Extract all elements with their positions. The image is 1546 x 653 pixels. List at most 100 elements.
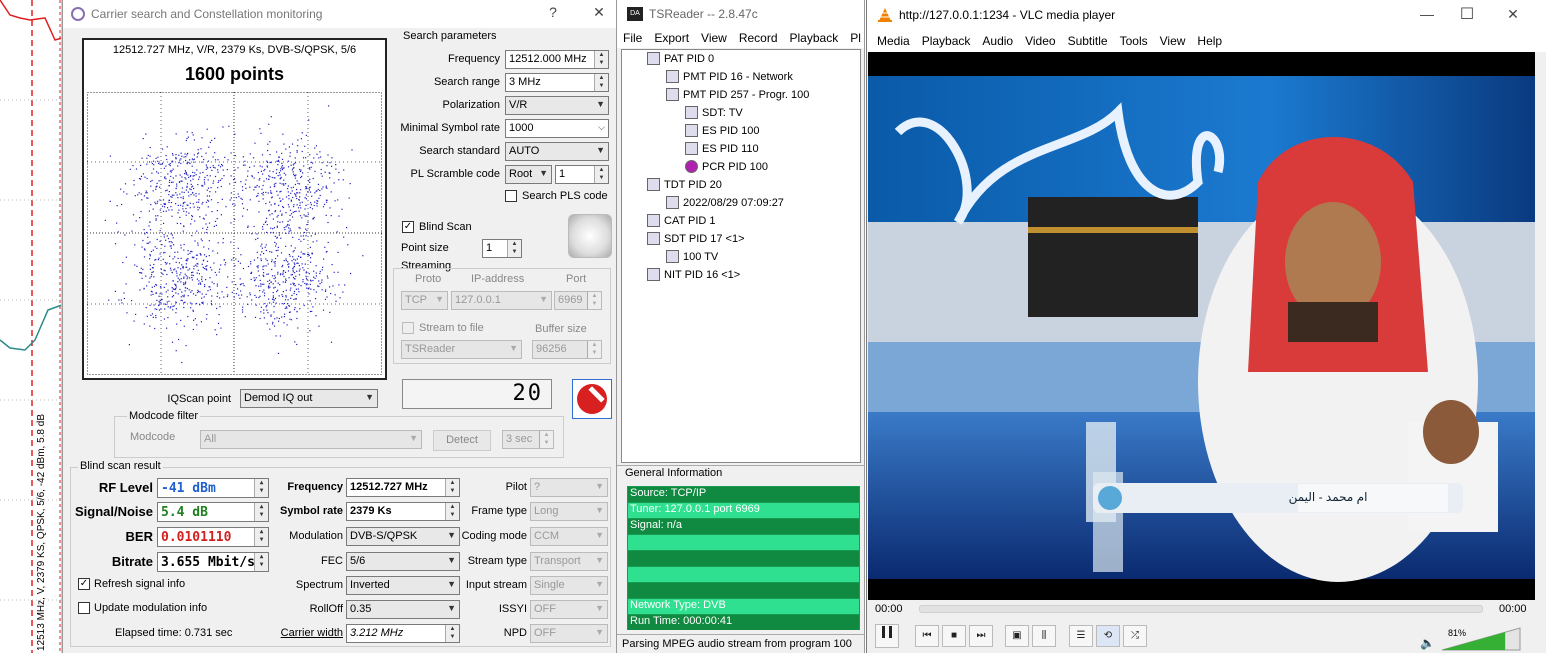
tree-item[interactable]: TDT PID 20 <box>647 178 722 191</box>
port-input[interactable]: 6969 ▲ ▼ <box>554 291 602 310</box>
shuffle-button[interactable]: ⤮ <box>1123 625 1147 647</box>
close-button[interactable]: ✕ <box>587 4 611 21</box>
proto-select[interactable]: TCP ▼ <box>401 291 448 310</box>
seek-bar[interactable] <box>919 605 1483 613</box>
constellation-point <box>181 187 184 189</box>
blind-scan-checkbox[interactable]: ✓ <box>402 221 414 233</box>
constellation-point <box>205 164 207 166</box>
tree-item[interactable]: NIT PID 16 <1> <box>647 268 740 281</box>
vlc-menu-tools[interactable]: Tools <box>1114 34 1154 48</box>
loop-button[interactable]: ⟲ <box>1096 625 1120 647</box>
constellation-point <box>195 294 197 296</box>
iqscan-select[interactable]: Demod IQ out ▼ <box>240 389 378 408</box>
vlc-menu-playback[interactable]: Playback <box>916 34 977 48</box>
tree-item[interactable]: CAT PID 1 <box>647 214 716 227</box>
minimize-button[interactable]: — <box>1415 6 1439 22</box>
tsreader-menu-file[interactable]: File <box>617 31 648 45</box>
search-range-input[interactable]: 3 MHz ▲ ▼ <box>505 73 609 92</box>
min-symbol-rate-select[interactable]: 1000 ⌵ <box>505 119 609 138</box>
constellation-point <box>128 344 130 346</box>
stop-playback-button[interactable]: ■ <box>942 625 966 647</box>
tree-item[interactable]: ES PID 100 <box>685 124 759 137</box>
tree-item[interactable]: SDT PID 17 <1> <box>647 232 745 245</box>
constellation-point <box>164 270 166 272</box>
vlc-menu-media[interactable]: Media <box>871 34 916 48</box>
video-frame[interactable]: ام محمد - اليمن <box>868 52 1535 600</box>
constellation-point <box>290 283 292 285</box>
refresh-checkbox[interactable]: ✓ <box>78 578 90 590</box>
fullscreen-button[interactable]: ▣ <box>1005 625 1029 647</box>
help-button[interactable]: ? <box>541 4 565 20</box>
constellation-point <box>164 251 166 254</box>
constellation-point <box>253 177 255 179</box>
constellation-point <box>258 186 260 188</box>
tree-item[interactable]: SDT: TV <box>685 106 743 119</box>
issyi-select[interactable]: OFF ▼ <box>530 600 608 619</box>
search-standard-select[interactable]: AUTO ▼ <box>505 142 609 161</box>
next-button[interactable]: ⏭ <box>969 625 993 647</box>
fec-select[interactable]: 5/6 ▼ <box>346 552 460 571</box>
extended-settings-button[interactable]: ⫼ <box>1032 625 1056 647</box>
stream-file-checkbox[interactable] <box>402 322 414 334</box>
carrier-width-label[interactable]: Carrier width <box>263 627 343 639</box>
polarization-select[interactable]: V/R ▼ <box>505 96 609 115</box>
tsreader-select[interactable]: TSReader ▼ <box>401 340 522 359</box>
maximize-button[interactable]: ☐ <box>1455 4 1479 24</box>
constellation-point <box>293 163 295 165</box>
buffer-size-input[interactable]: 96256 ▲ ▼ <box>532 340 602 359</box>
detect-button[interactable]: Detect <box>433 430 491 451</box>
tsreader-menu-pl[interactable]: Pl <box>844 31 867 45</box>
input-stream-select[interactable]: Single ▼ <box>530 576 608 595</box>
playlist-button[interactable]: ☰ <box>1069 625 1093 647</box>
tree-item[interactable]: ES PID 110 <box>685 142 759 155</box>
volume-slider[interactable] <box>1441 627 1521 651</box>
vlc-menu-subtitle[interactable]: Subtitle <box>1062 34 1114 48</box>
vlc-close-button[interactable]: ✕ <box>1501 6 1525 23</box>
constellation-point <box>322 186 324 188</box>
tree-item[interactable]: PMT PID 257 - Progr. 100 <box>666 88 809 101</box>
stop-button[interactable] <box>572 379 612 419</box>
update-modulation-checkbox[interactable] <box>78 602 90 614</box>
constellation-point <box>149 264 151 266</box>
modcode-select[interactable]: All ▼ <box>200 430 422 449</box>
constellation-point <box>262 268 264 271</box>
frame-type-select[interactable]: Long ▼ <box>530 502 608 521</box>
ip-select[interactable]: 127.0.0.1 ▼ <box>451 291 552 310</box>
constellation-point <box>259 165 261 167</box>
pause-button[interactable] <box>875 624 899 648</box>
speaker-icon[interactable]: 🔈 <box>1420 636 1435 650</box>
vlc-menu-help[interactable]: Help <box>1191 34 1228 48</box>
pl-code-input[interactable]: 1 ▲ ▼ <box>555 165 609 184</box>
tree-item[interactable]: PMT PID 16 - Network <box>666 70 793 83</box>
tree-item[interactable]: 2022/08/29 07:09:27 <box>666 196 784 209</box>
timeout-input[interactable]: 3 sec ▲ ▼ <box>502 430 554 449</box>
tree-item[interactable]: PCR PID 100 <box>685 160 768 173</box>
constellation-point <box>284 313 286 315</box>
vlc-menu-audio[interactable]: Audio <box>976 34 1019 48</box>
frequency-input[interactable]: 12512.000 MHz ▲ ▼ <box>505 50 609 69</box>
pilot-select[interactable]: ? ▼ <box>530 478 608 497</box>
tsreader-menu-view[interactable]: View <box>695 31 733 45</box>
previous-button[interactable]: ⏮ <box>915 625 939 647</box>
tsreader-menu-export[interactable]: Export <box>648 31 695 45</box>
coding-mode-select[interactable]: CCM ▼ <box>530 527 608 546</box>
constellation-point <box>159 199 161 201</box>
vlc-menu-video[interactable]: Video <box>1019 34 1061 48</box>
carrier-search-window: Carrier search and Constellation monitor… <box>62 0 617 653</box>
globe-icon[interactable] <box>568 214 612 258</box>
point-size-input[interactable]: 1 ▲ ▼ <box>482 239 522 258</box>
search-pls-checkbox[interactable] <box>505 190 517 202</box>
vlc-menu-view[interactable]: View <box>1154 34 1192 48</box>
constellation-point <box>317 200 319 202</box>
tsreader-menu-playback[interactable]: Playback <box>784 31 845 45</box>
npd-select[interactable]: OFF ▼ <box>530 624 608 643</box>
rolloff-select[interactable]: 0.35 ▼ <box>346 600 460 619</box>
constellation-point <box>266 217 268 219</box>
pl-root-select[interactable]: Root ▼ <box>505 165 552 184</box>
stream-type-select[interactable]: Transport ▼ <box>530 552 608 571</box>
tree-item[interactable]: 100 TV <box>666 250 718 263</box>
tsreader-menu-record[interactable]: Record <box>733 31 784 45</box>
tree-item[interactable]: PAT PID 0 <box>647 52 714 65</box>
modulation-select[interactable]: DVB-S/QPSK ▼ <box>346 527 460 546</box>
spectrum-select[interactable]: Inverted ▼ <box>346 576 460 595</box>
